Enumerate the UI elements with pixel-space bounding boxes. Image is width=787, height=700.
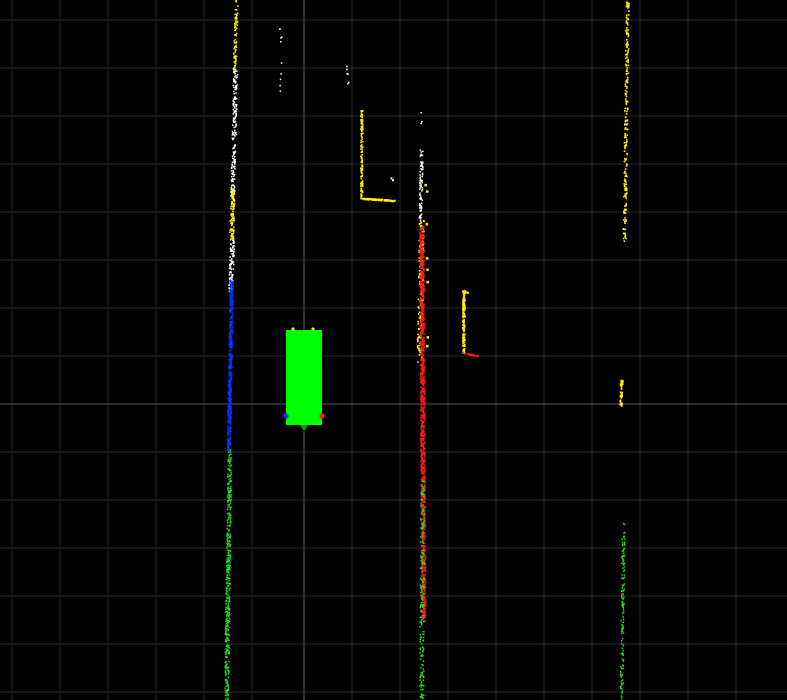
ego-left-marker-icon [283, 413, 289, 419]
lidar-viewport[interactable] [0, 0, 787, 700]
background [0, 0, 787, 700]
ego-front-left-point [291, 327, 295, 331]
ego-vehicle-box[interactable] [286, 330, 322, 425]
point-cloud-canvas[interactable] [0, 0, 787, 700]
ego-front-right-point [311, 327, 315, 331]
ego-right-marker-icon [319, 413, 325, 419]
ego-vehicle[interactable] [283, 327, 325, 431]
